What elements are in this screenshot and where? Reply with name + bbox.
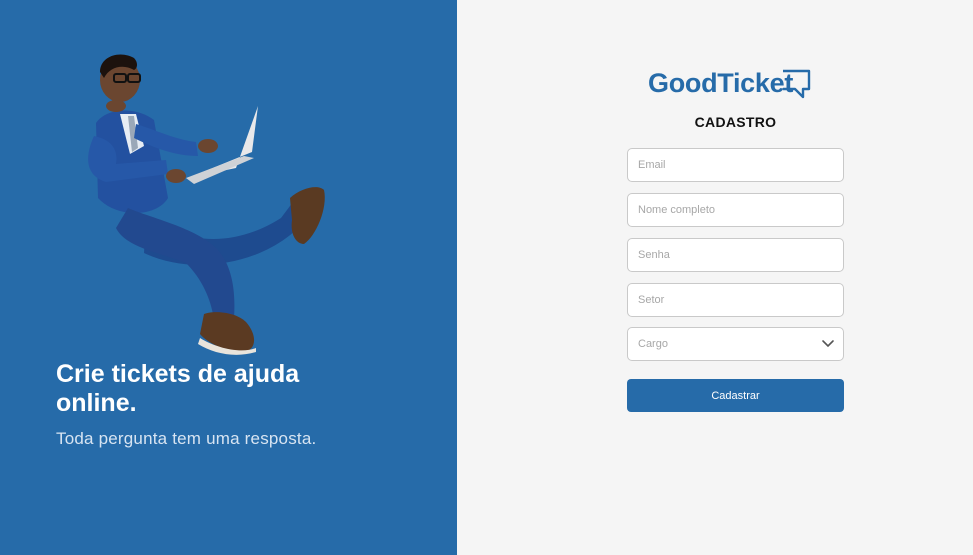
role-select[interactable]: Cargo bbox=[627, 327, 844, 361]
logo-text: GoodTicket bbox=[648, 67, 794, 98]
signup-page: Crie tickets de ajuda online. Toda pergu… bbox=[0, 0, 973, 555]
register-button[interactable]: Cadastrar bbox=[627, 379, 844, 412]
hero-title: Crie tickets de ajuda online. bbox=[56, 360, 300, 417]
password-field[interactable] bbox=[627, 238, 844, 272]
businessman-with-laptop-illustration bbox=[88, 54, 325, 355]
hero-subtitle: Toda pergunta tem uma resposta. bbox=[56, 429, 317, 448]
chevron-down-icon bbox=[822, 340, 834, 348]
form-title: CADASTRO bbox=[694, 114, 777, 130]
goodticket-logo: GoodTicket bbox=[648, 63, 813, 103]
hero-panel: Crie tickets de ajuda online. Toda pergu… bbox=[0, 0, 457, 555]
role-select-placeholder: Cargo bbox=[638, 338, 668, 350]
full-name-field[interactable] bbox=[627, 193, 844, 227]
speech-bubble-icon bbox=[783, 69, 811, 99]
email-field[interactable] bbox=[627, 148, 844, 182]
sector-field[interactable] bbox=[627, 283, 844, 317]
